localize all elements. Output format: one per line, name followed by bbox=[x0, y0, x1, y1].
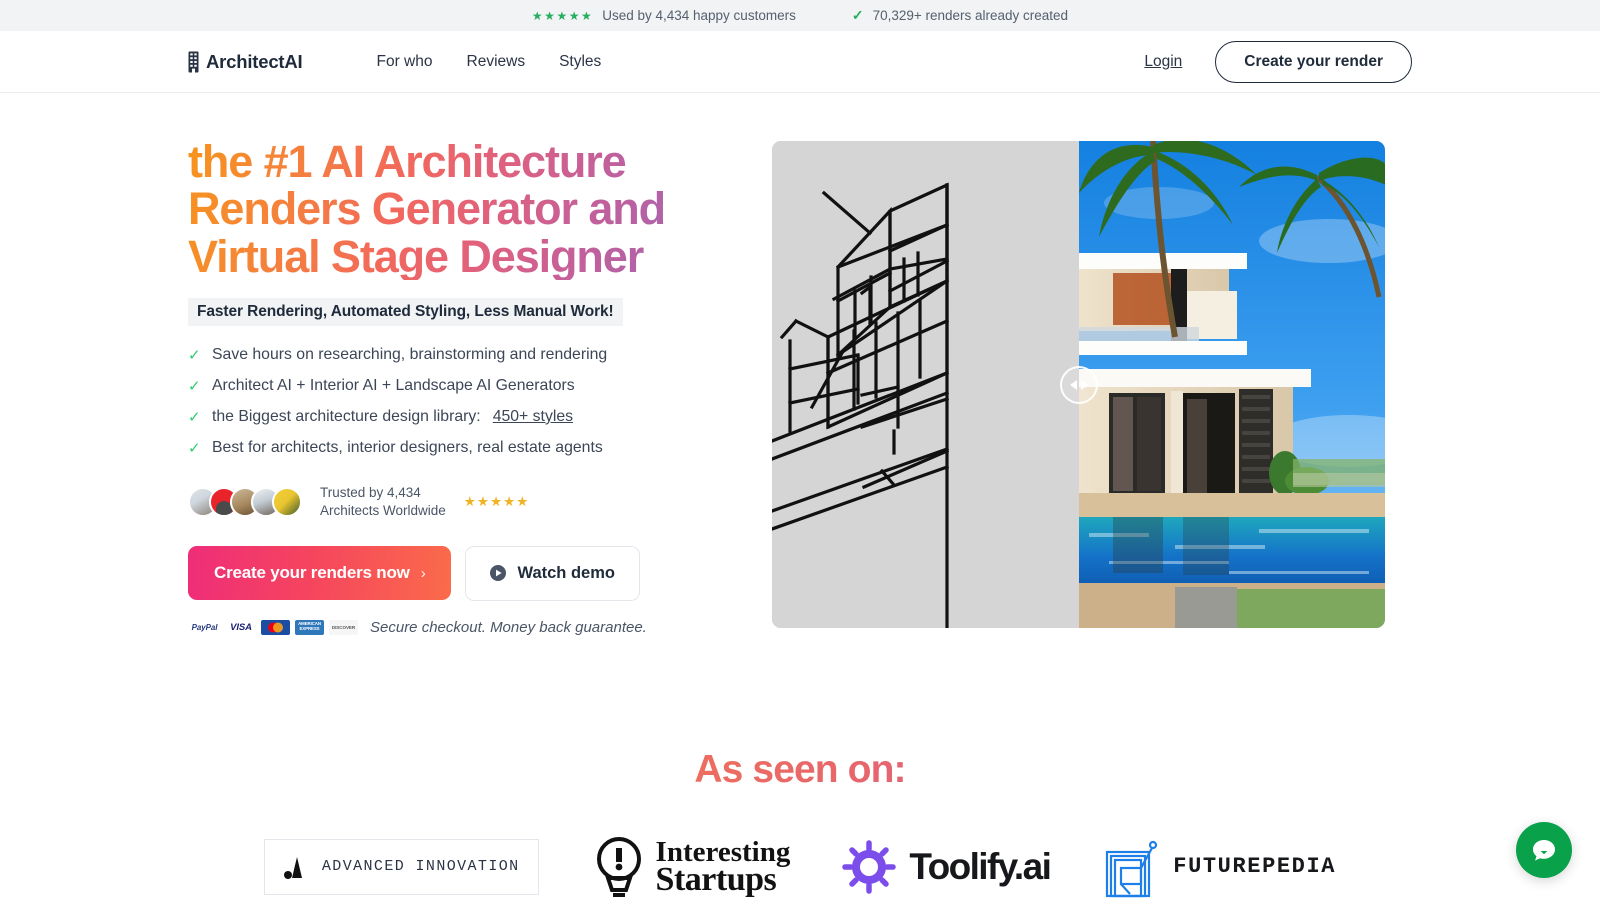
slider-after-image bbox=[1078, 141, 1385, 628]
create-renders-now-button[interactable]: Create your renders now › bbox=[188, 546, 452, 601]
chevron-right-icon: › bbox=[420, 564, 426, 582]
list-item: ✓ Architect AI + Interior AI + Landscape… bbox=[188, 377, 688, 395]
list-item: ✓ the Biggest architecture design librar… bbox=[188, 408, 688, 426]
check-icon: ✓ bbox=[188, 377, 201, 395]
announcement-renders-text: 70,329+ renders already created bbox=[872, 8, 1069, 23]
feature-text: Best for architects, interior designers,… bbox=[212, 438, 603, 456]
announcement-renders: ✓ 70,329+ renders already created bbox=[852, 7, 1068, 24]
brand-name: ArchitectAI bbox=[206, 50, 303, 72]
interesting-startups-text: Interesting Startups bbox=[655, 837, 791, 898]
feature-text: Save hours on researching, brainstorming… bbox=[212, 345, 608, 363]
advanced-innovation-text: ADVANCED INNOVATION bbox=[321, 858, 520, 876]
discover-icon: DISCOVER bbox=[329, 619, 358, 635]
mastercard-icon bbox=[261, 619, 290, 635]
hero-copy: the #1 AI Architecture Renders Generator… bbox=[188, 138, 688, 636]
logo-toolify: Toolify.ai bbox=[842, 839, 1052, 894]
trust-line-2: Architects Worldwide bbox=[320, 502, 446, 518]
trust-caption: Trusted by 4,434 Architects Worldwide bbox=[320, 484, 446, 520]
advanced-innovation-icon bbox=[283, 856, 302, 879]
logo-interesting-startups: Interesting Startups bbox=[591, 834, 791, 900]
feature-text: the Biggest architecture design library: bbox=[212, 407, 481, 425]
payment-assurance: PayPal VISA AMERICAN EXPRESS DISCOVER Se… bbox=[188, 619, 688, 636]
avatar-stack bbox=[188, 486, 302, 517]
building-icon bbox=[188, 51, 199, 73]
before-after-slider[interactable] bbox=[772, 141, 1385, 628]
login-link[interactable]: Login bbox=[1144, 53, 1182, 71]
hero-subbadge: Faster Rendering, Automated Styling, Les… bbox=[188, 297, 623, 326]
toolify-text: Toolify.ai bbox=[909, 845, 1052, 887]
interesting-startups-line-2: Startups bbox=[655, 860, 777, 898]
press-logo-row: ADVANCED INNOVATION Interesting Startups bbox=[0, 834, 1600, 900]
watch-demo-button[interactable]: Watch demo bbox=[465, 545, 640, 601]
toolify-sun-icon bbox=[842, 839, 897, 894]
announcement-bar: ★★★★★ Used by 4,434 happy customers ✓ 70… bbox=[0, 0, 1600, 31]
star-rating-icon: ★★★★★ bbox=[531, 8, 594, 23]
create-render-button[interactable]: Create your render bbox=[1215, 40, 1412, 83]
paypal-icon: PayPal bbox=[188, 619, 221, 635]
star-rating-icon: ★★★★★ bbox=[463, 493, 530, 509]
list-item: ✓ Best for architects, interior designer… bbox=[188, 439, 688, 457]
lightbulb-icon bbox=[596, 836, 641, 897]
as-seen-on-title: As seen on: bbox=[0, 748, 1600, 792]
watch-demo-label: Watch demo bbox=[517, 563, 615, 582]
check-icon: ✓ bbox=[188, 439, 201, 457]
page-title: the #1 AI Architecture Renders Generator… bbox=[188, 138, 688, 280]
feature-list: ✓ Save hours on researching, brainstormi… bbox=[188, 346, 688, 457]
create-renders-now-label: Create your renders now bbox=[214, 563, 410, 583]
brand-logo[interactable]: ArchitectAI bbox=[188, 51, 303, 73]
logo-futurepedia: FUTUREPEDIA bbox=[1102, 836, 1336, 898]
chevron-left-icon bbox=[1069, 379, 1077, 390]
amex-icon: AMERICAN EXPRESS bbox=[295, 619, 324, 635]
futurepedia-icon bbox=[1106, 840, 1158, 897]
payment-badges: PayPal VISA AMERICAN EXPRESS DISCOVER bbox=[188, 619, 358, 635]
header-actions: Login Create your render bbox=[1144, 40, 1412, 83]
feature-text: Architect AI + Interior AI + Landscape A… bbox=[212, 376, 575, 394]
site-header: ArchitectAI For who Reviews Styles Login… bbox=[0, 31, 1600, 93]
announcement-customers-text: Used by 4,434 happy customers bbox=[602, 8, 796, 23]
hero-cta-row: Create your renders now › Watch demo bbox=[188, 545, 688, 601]
nav-item-styles[interactable]: Styles bbox=[559, 53, 601, 71]
nav-item-for-who[interactable]: For who bbox=[377, 53, 433, 71]
logo-advanced-innovation: ADVANCED INNOVATION bbox=[263, 838, 539, 895]
announcement-customers: ★★★★★ Used by 4,434 happy customers bbox=[532, 8, 796, 23]
hero-media bbox=[772, 138, 1412, 636]
avatar bbox=[272, 486, 302, 517]
chevron-right-icon bbox=[1080, 379, 1088, 390]
chat-bubble-icon bbox=[1533, 840, 1555, 861]
list-item: ✓ Save hours on researching, brainstormi… bbox=[188, 346, 688, 364]
trust-line-1: Trusted by 4,434 bbox=[320, 484, 421, 500]
play-icon bbox=[490, 565, 507, 582]
chat-widget-button[interactable] bbox=[1516, 822, 1572, 878]
social-proof: Trusted by 4,434 Architects Worldwide ★★… bbox=[188, 484, 688, 520]
visa-icon: VISA bbox=[226, 619, 256, 635]
styles-library-link[interactable]: 450+ styles bbox=[493, 408, 573, 426]
check-icon: ✓ bbox=[851, 7, 864, 23]
check-icon: ✓ bbox=[188, 408, 201, 426]
futurepedia-text: FUTUREPEDIA bbox=[1173, 854, 1337, 880]
slider-before-image bbox=[772, 141, 1079, 628]
hero-section: the #1 AI Architecture Renders Generator… bbox=[0, 93, 1600, 636]
main-nav: For who Reviews Styles bbox=[377, 53, 602, 71]
nav-item-reviews[interactable]: Reviews bbox=[467, 53, 526, 71]
check-icon: ✓ bbox=[188, 346, 201, 364]
secure-checkout-text: Secure checkout. Money back guarantee. bbox=[370, 618, 647, 636]
slider-handle[interactable] bbox=[1059, 365, 1098, 404]
